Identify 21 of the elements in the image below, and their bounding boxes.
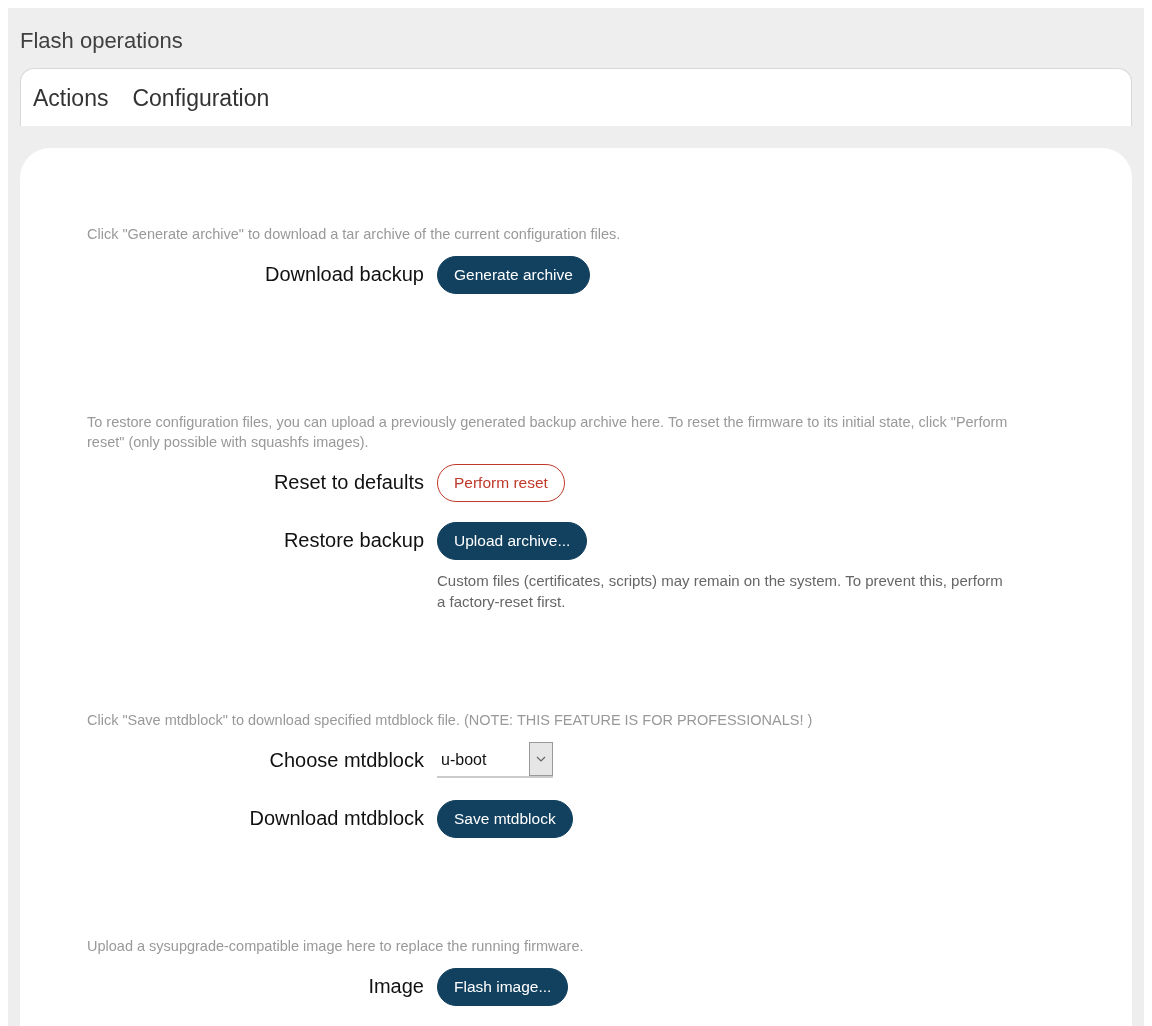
action-button[interactable]: Upload archive... (437, 522, 588, 561)
description-text: Click "Save mtdblock" to download specified mtdblock file. (NOTE: THIS FEATURE IS FOR PROFESSIONALS! ) (87, 711, 814, 731)
page-title: Flash operations (20, 27, 183, 55)
description-text: To restore configuration files, you can upload a previously generated backup archive here. To reset the firmware to its initial state, click "Perform reset" (only possible with squashfs images). (87, 413, 1009, 453)
action-button[interactable]: Flash image... (437, 968, 569, 1007)
field-label: Image (367, 974, 425, 1000)
dropdown-select[interactable]: u-boot (437, 742, 553, 779)
action-button[interactable]: Generate archive (437, 256, 590, 295)
field-label: Choose mtdblock (268, 748, 425, 774)
reset-button[interactable]: Perform reset (437, 464, 565, 503)
field-label: Reset to defaults (272, 470, 425, 496)
tab[interactable]: Actions (33, 80, 109, 116)
description-text: Upload a sysupgrade-compatible image here to replace the running firmware. (87, 937, 585, 957)
description-text: Click "Generate archive" to download a tar archive of the current configuration files. (87, 225, 622, 245)
action-button[interactable]: Save mtdblock (437, 800, 573, 839)
field-label: Download backup (264, 262, 425, 288)
help-text: Custom files (certificates, scripts) may remain on the system. To prevent this, perform a factory-reset first. (437, 571, 1004, 613)
field-label: Restore backup (282, 528, 425, 554)
field-label: Download mtdblock (248, 806, 425, 832)
tab[interactable]: Configuration (132, 80, 270, 116)
chevron-down-icon (536, 756, 546, 763)
